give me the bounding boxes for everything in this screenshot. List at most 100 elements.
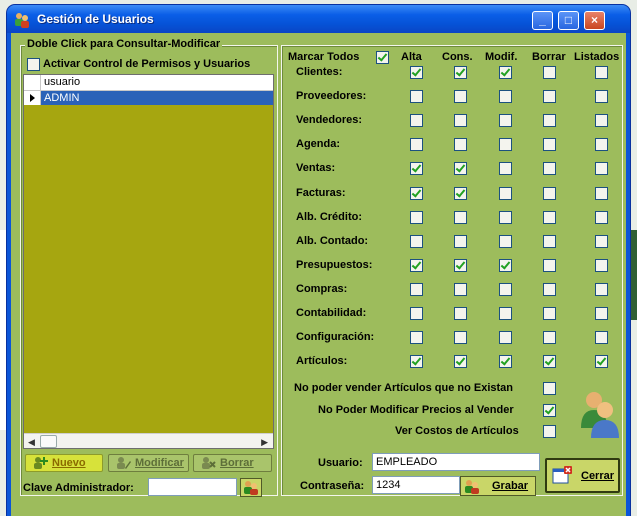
permission-checkbox[interactable] [499, 355, 512, 369]
permission-checkbox[interactable] [543, 234, 556, 248]
activate-permissions-checkbox[interactable] [27, 58, 40, 71]
permission-checkbox[interactable] [543, 114, 556, 128]
borrar-button[interactable]: Borrar [193, 454, 272, 472]
permission-checkbox[interactable] [595, 90, 608, 104]
option-checkbox-1[interactable] [543, 404, 556, 417]
permission-checkbox[interactable] [543, 331, 556, 345]
close-button[interactable]: × [584, 11, 605, 30]
horizontal-scrollbar[interactable]: ◀ ▶ [24, 433, 273, 448]
permission-checkbox[interactable] [595, 114, 608, 128]
permission-checkbox[interactable] [595, 355, 608, 369]
permission-checkbox[interactable] [410, 355, 423, 369]
permission-checkbox[interactable] [595, 282, 608, 296]
permission-checkbox[interactable] [543, 282, 556, 296]
permission-checkbox[interactable] [454, 234, 467, 248]
maximize-button[interactable]: □ [558, 11, 579, 30]
permission-checkbox[interactable] [454, 162, 467, 176]
admin-key-input[interactable] [148, 478, 237, 496]
edit-user-icon [117, 457, 131, 469]
permission-checkbox[interactable] [410, 210, 423, 224]
permission-checkbox[interactable] [595, 210, 608, 224]
permission-checkbox[interactable] [454, 307, 467, 320]
column-header-4: Listados [574, 51, 620, 63]
permission-checkbox[interactable] [454, 282, 467, 296]
permission-checkbox[interactable] [410, 114, 423, 128]
permission-checkbox[interactable] [595, 307, 608, 320]
permission-checkbox[interactable] [543, 258, 556, 272]
marcar-todos-label: Marcar Todos [288, 51, 360, 63]
permission-checkbox[interactable] [410, 258, 423, 272]
grabar-button[interactable]: Grabar [460, 476, 536, 496]
scroll-left-icon[interactable]: ◀ [28, 437, 35, 448]
permission-checkbox[interactable] [454, 210, 467, 224]
permission-checkbox[interactable] [410, 90, 423, 104]
admin-key-button[interactable] [240, 478, 262, 497]
usuario-input[interactable]: EMPLEADO [372, 453, 540, 471]
permission-checkbox[interactable] [499, 307, 512, 320]
permission-checkbox[interactable] [410, 307, 423, 320]
permission-checkbox[interactable] [543, 307, 556, 320]
permission-checkbox[interactable] [454, 114, 467, 128]
permission-row-label: Proveedores: [296, 90, 367, 103]
permission-checkbox[interactable] [410, 162, 423, 176]
permission-checkbox[interactable] [410, 234, 423, 248]
permission-checkbox[interactable] [543, 210, 556, 224]
permission-checkbox[interactable] [410, 282, 423, 296]
permission-checkbox[interactable] [499, 114, 512, 128]
nuevo-button[interactable]: Nuevo [25, 454, 103, 472]
permission-checkbox[interactable] [454, 66, 467, 79]
permission-checkbox[interactable] [499, 66, 512, 79]
permission-checkbox[interactable] [543, 66, 556, 79]
grid-row-admin[interactable]: ADMIN [24, 91, 273, 105]
scroll-right-icon[interactable]: ▶ [261, 437, 268, 448]
users-grid[interactable]: usuario ADMIN ◀ ▶ [23, 74, 274, 449]
permission-checkbox[interactable] [595, 331, 608, 345]
permission-checkbox[interactable] [499, 282, 512, 296]
permission-checkbox[interactable] [595, 186, 608, 200]
permission-checkbox[interactable] [454, 186, 467, 200]
minimize-icon: _ [539, 13, 546, 27]
permission-checkbox[interactable] [595, 162, 608, 176]
permission-checkbox[interactable] [410, 331, 423, 345]
maximize-icon: □ [564, 13, 573, 27]
permission-checkbox[interactable] [499, 186, 512, 200]
permission-checkbox[interactable] [499, 162, 512, 176]
add-user-icon [34, 457, 48, 469]
option-checkbox-0[interactable] [543, 382, 556, 395]
permission-checkbox[interactable] [454, 138, 467, 152]
permission-checkbox[interactable] [543, 90, 556, 104]
permission-checkbox[interactable] [499, 331, 512, 345]
minimize-button[interactable]: _ [532, 11, 553, 30]
permission-checkbox[interactable] [543, 138, 556, 152]
cerrar-button[interactable]: Cerrar [545, 458, 620, 493]
permission-checkbox[interactable] [499, 258, 512, 272]
permission-row-label: Vendedores: [296, 114, 363, 127]
permission-checkbox[interactable] [499, 234, 512, 248]
permission-checkbox[interactable] [595, 138, 608, 152]
permission-checkbox[interactable] [543, 355, 556, 369]
title-bar[interactable]: Gestión de Usuarios _ □ × [7, 5, 630, 33]
password-input[interactable]: 1234 [372, 476, 460, 494]
permission-checkbox[interactable] [543, 162, 556, 176]
permission-checkbox[interactable] [595, 258, 608, 272]
permission-checkbox[interactable] [410, 66, 423, 79]
permission-checkbox[interactable] [454, 258, 467, 272]
grid-column-usuario[interactable]: usuario [44, 76, 80, 88]
permission-checkbox[interactable] [410, 138, 423, 152]
permission-checkbox[interactable] [499, 138, 512, 152]
grid-cell-usuario[interactable]: ADMIN [44, 92, 79, 104]
permission-checkbox[interactable] [454, 90, 467, 104]
permission-checkbox[interactable] [454, 355, 467, 369]
permission-checkbox[interactable] [595, 66, 608, 79]
modificar-button[interactable]: Modificar [108, 454, 189, 472]
option-checkbox-2[interactable] [543, 425, 556, 438]
permission-checkbox[interactable] [595, 234, 608, 248]
permission-row-label: Facturas: [296, 186, 346, 199]
scroll-thumb[interactable] [40, 435, 57, 448]
marcar-todos-checkbox[interactable] [376, 51, 389, 64]
permission-checkbox[interactable] [499, 210, 512, 224]
permission-checkbox[interactable] [499, 90, 512, 104]
permission-checkbox[interactable] [454, 331, 467, 345]
permission-checkbox[interactable] [410, 186, 423, 200]
permission-checkbox[interactable] [543, 186, 556, 200]
